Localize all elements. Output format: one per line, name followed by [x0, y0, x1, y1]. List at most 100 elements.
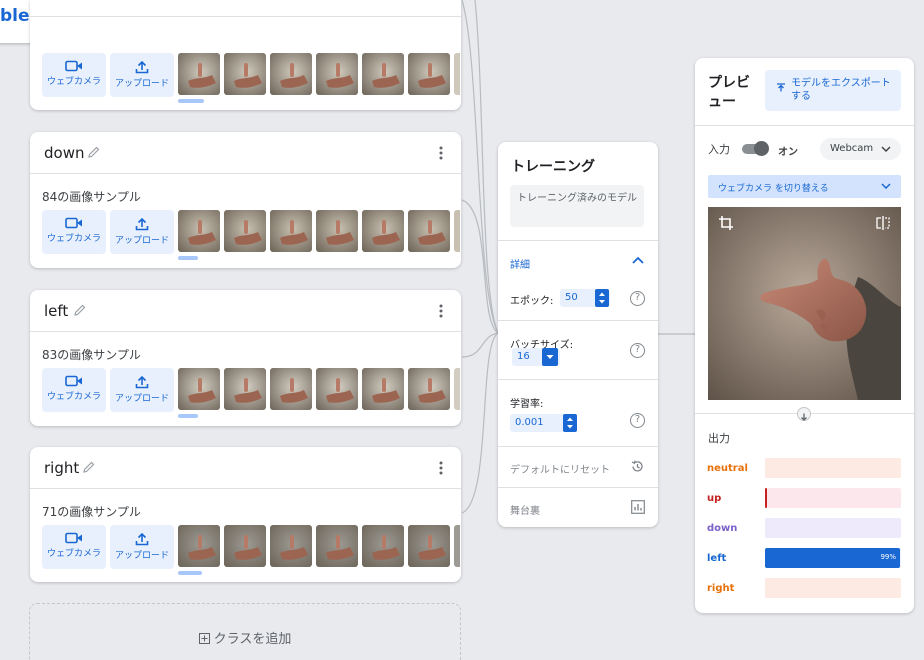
sample-thumbnail[interactable]	[270, 368, 312, 410]
add-box-icon	[198, 633, 210, 644]
video-camera-icon	[65, 375, 82, 387]
class-name[interactable]: down	[44, 144, 84, 162]
add-class-button[interactable]: クラスを追加	[29, 603, 461, 660]
upload-icon	[135, 375, 149, 389]
sample-thumbnail-partial[interactable]	[454, 368, 460, 410]
upload-button[interactable]: アップロード	[110, 368, 174, 412]
sample-thumbnail[interactable]	[408, 368, 450, 410]
input-source-select[interactable]: Webcam	[820, 138, 901, 160]
advanced-toggle[interactable]: 詳細	[510, 256, 530, 271]
reset-defaults-button[interactable]: デフォルトにリセット	[510, 461, 610, 476]
sample-thumbnail[interactable]	[316, 53, 358, 95]
export-model-label: モデルをエクスポートする	[791, 78, 891, 102]
sample-thumbnail[interactable]	[362, 525, 404, 567]
history-icon[interactable]	[630, 459, 645, 474]
sample-thumbnail[interactable]	[178, 53, 220, 95]
input-label: 入力	[708, 143, 730, 156]
webcam-button[interactable]: ウェブカメラ	[42, 525, 106, 569]
upload-button-label: アップロード	[114, 79, 169, 89]
sample-thumbnail-partial[interactable]	[454, 210, 460, 252]
epochs-stepper[interactable]	[595, 289, 609, 307]
sample-thumbnail[interactable]	[408, 525, 450, 567]
learning-rate-stepper[interactable]	[563, 414, 577, 432]
sample-thumbnail[interactable]	[362, 53, 404, 95]
sample-thumbnail[interactable]	[224, 210, 266, 252]
more-options-icon[interactable]	[439, 304, 443, 318]
upload-button[interactable]: アップロード	[110, 53, 174, 97]
switch-webcam-dropdown[interactable]: ウェブカメラ を切り替える	[708, 175, 901, 198]
bar-chart-icon[interactable]	[631, 500, 645, 514]
epochs-value: 50	[565, 292, 578, 303]
sample-thumbnail[interactable]	[316, 368, 358, 410]
sample-thumbnail[interactable]	[408, 210, 450, 252]
sample-thumbnail[interactable]	[316, 525, 358, 567]
input-toggle-knob[interactable]	[754, 141, 769, 156]
batch-size-dropdown[interactable]	[542, 348, 558, 366]
preview-panel: プレビュー モデルをエクスポートする 入力 オン Webcam ウェブカメラ を…	[695, 58, 914, 613]
help-icon[interactable]: ?	[630, 343, 645, 358]
class-header: left	[30, 290, 461, 332]
sample-thumbnail[interactable]	[270, 53, 312, 95]
sample-scrollbar[interactable]	[178, 99, 204, 103]
sample-thumbnail[interactable]	[408, 53, 450, 95]
sample-thumbnail-partial[interactable]	[454, 53, 460, 95]
sample-thumbnail[interactable]	[178, 368, 220, 410]
divider	[498, 379, 658, 380]
sample-thumbnail[interactable]	[178, 525, 220, 567]
sample-thumbnail[interactable]	[178, 210, 220, 252]
webcam-button[interactable]: ウェブカメラ	[42, 368, 106, 412]
webcam-button[interactable]: ウェブカメラ	[42, 210, 106, 254]
class-header: down	[30, 132, 461, 174]
export-icon	[777, 83, 785, 92]
sample-thumbnail[interactable]	[224, 525, 266, 567]
class-header: right	[30, 447, 461, 489]
chevron-up-icon[interactable]	[632, 256, 644, 264]
confidence-bar	[765, 458, 901, 478]
upload-button[interactable]: アップロード	[110, 210, 174, 254]
webcam-button-label: ウェブカメラ	[46, 392, 101, 402]
sample-count: 71の画像サンプル	[42, 505, 141, 519]
class-name[interactable]: right	[44, 459, 79, 477]
learning-rate-label: 学習率:	[510, 399, 544, 410]
under-the-hood-button[interactable]: 舞台裏	[510, 502, 540, 517]
stepper-arrows-icon	[599, 292, 605, 304]
sample-thumbnail[interactable]	[270, 210, 312, 252]
sample-thumbnail[interactable]	[362, 368, 404, 410]
edit-pencil-icon[interactable]	[73, 303, 87, 317]
sample-thumbnail[interactable]	[224, 368, 266, 410]
sample-scrollbar[interactable]	[178, 256, 198, 260]
preview-title: プレビュー	[708, 75, 750, 110]
help-icon[interactable]: ?	[630, 413, 645, 428]
help-icon[interactable]: ?	[630, 291, 645, 306]
flip-icon[interactable]	[875, 215, 891, 231]
class-card-right: right 71の画像サンプル ウェブカメラ アップロード	[30, 447, 461, 582]
edit-pencil-icon[interactable]	[87, 145, 101, 159]
output-class-label: down	[707, 523, 738, 534]
more-options-icon[interactable]	[439, 146, 443, 160]
epochs-label: エポック:	[510, 296, 554, 307]
export-model-button[interactable]: モデルをエクスポートする	[765, 70, 901, 111]
sample-thumbnail-partial[interactable]	[454, 525, 460, 567]
crop-icon[interactable]	[718, 215, 734, 231]
sample-scrollbar[interactable]	[178, 571, 202, 575]
divider	[498, 446, 658, 447]
more-options-icon[interactable]	[439, 461, 443, 475]
sample-thumbnail[interactable]	[316, 210, 358, 252]
switch-webcam-label: ウェブカメラ を切り替える	[718, 184, 829, 194]
sample-thumbnail[interactable]	[362, 210, 404, 252]
sample-thumbnail[interactable]	[224, 53, 266, 95]
edit-pencil-icon[interactable]	[82, 460, 96, 474]
confidence-percent: 99%	[880, 553, 896, 561]
sample-thumbnail[interactable]	[270, 525, 312, 567]
output-class-label: up	[707, 493, 722, 504]
upload-button[interactable]: アップロード	[110, 525, 174, 569]
sample-scrollbar[interactable]	[178, 414, 198, 418]
webcam-button[interactable]: ウェブカメラ	[42, 53, 106, 97]
class-card-down: down 84の画像サンプル ウェブカメラ アップロード	[30, 132, 461, 268]
training-title: トレーニング	[511, 159, 595, 175]
class-name[interactable]: left	[44, 302, 68, 320]
train-model-button[interactable]: トレーニング済みのモデル	[510, 185, 644, 227]
divider	[498, 320, 658, 321]
upload-icon	[135, 532, 149, 546]
add-class-label: クラスを追加	[213, 632, 292, 647]
